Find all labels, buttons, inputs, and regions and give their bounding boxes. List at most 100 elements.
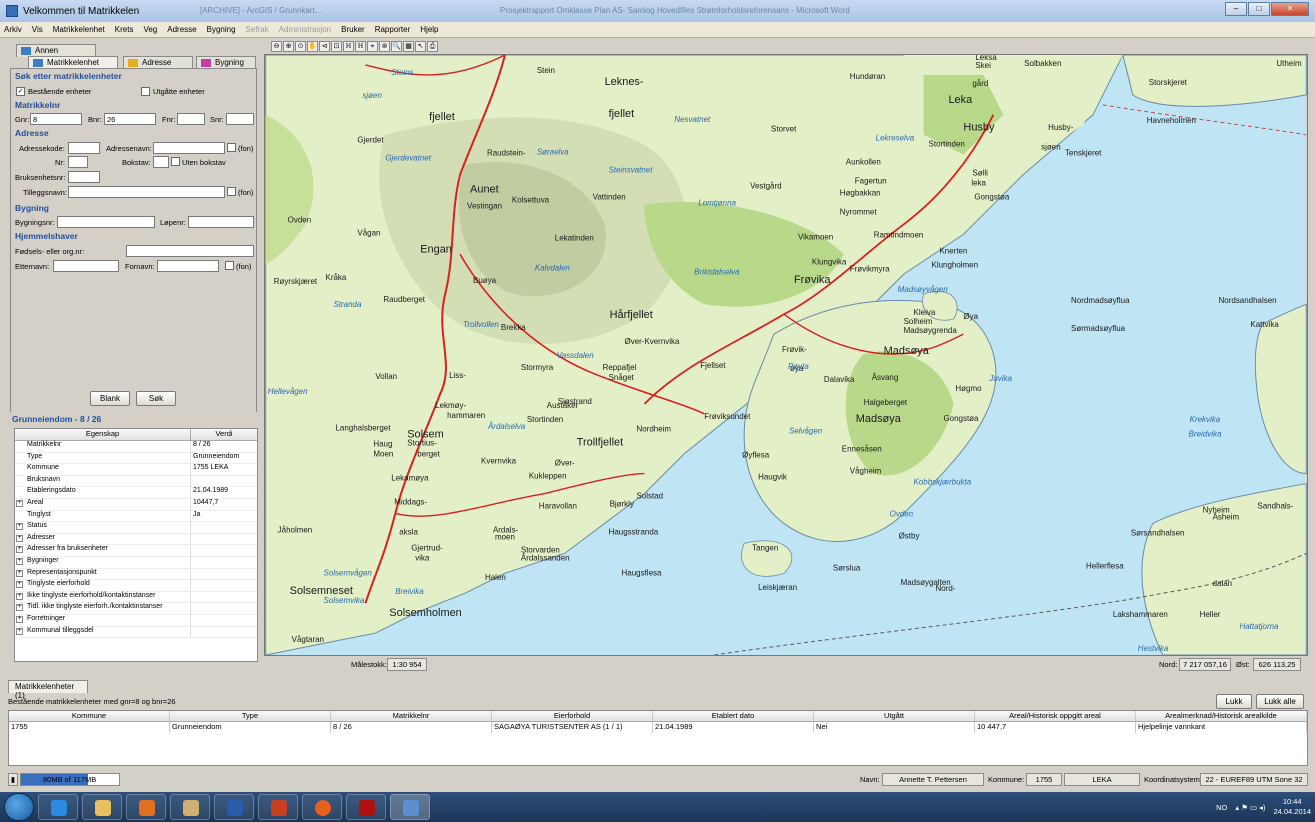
bruksenhetsnr-input[interactable]: [68, 171, 100, 183]
menu-adresse[interactable]: Adresse: [167, 25, 196, 34]
taskbar-firefox[interactable]: [302, 794, 342, 820]
map-tool-12-icon[interactable]: ↖: [415, 41, 426, 52]
column-header[interactable]: Utgått: [814, 711, 975, 721]
search-button[interactable]: Søk: [136, 391, 176, 406]
close-button[interactable]: ✕: [1271, 2, 1309, 16]
property-row[interactable]: + Representasjonspunkt: [15, 568, 257, 581]
property-row[interactable]: + Ikke tinglyste eierforhold/kontaktinsta…: [15, 591, 257, 604]
expand-icon[interactable]: +: [16, 604, 23, 612]
map-tool-5-icon[interactable]: ⊡: [331, 41, 342, 52]
adressenavn-input[interactable]: [153, 142, 225, 154]
menu-rapporter[interactable]: Rapporter: [375, 25, 411, 34]
map-canvas[interactable]: Stein Leknes-fjellet Hundøran Leka Husby Husb…: [264, 54, 1308, 656]
bnr-input[interactable]: 26: [104, 113, 156, 125]
language-indicator[interactable]: NO: [1216, 803, 1227, 812]
taskbar-matrikkel[interactable]: [390, 794, 430, 820]
tilleggsnavn-input[interactable]: [68, 186, 225, 198]
expand-icon[interactable]: +: [16, 523, 23, 531]
tab-matrikkelenheter[interactable]: Matrikkelenheter (1): [8, 680, 88, 700]
gnr-input[interactable]: 8: [30, 113, 82, 125]
property-row[interactable]: Type Grunneiendom: [15, 452, 257, 465]
property-row[interactable]: Matrikkelnr 8 / 26: [15, 441, 257, 453]
taskbar-acrobat[interactable]: [346, 794, 386, 820]
column-header[interactable]: Matrikkelnr: [331, 711, 492, 721]
menu-vis[interactable]: Vis: [32, 25, 43, 34]
property-row[interactable]: + Tinglyste eierforhold: [15, 580, 257, 592]
property-row[interactable]: + Adresser: [15, 533, 257, 546]
map-tool-3-icon[interactable]: ✋: [307, 41, 318, 52]
blank-button[interactable]: Blank: [90, 391, 130, 406]
bygningsnr-input[interactable]: [57, 216, 155, 228]
map-tool-4-icon[interactable]: ⊲: [319, 41, 330, 52]
menu-bygning[interactable]: Bygning: [207, 25, 236, 34]
column-header[interactable]: Areal/Historisk oppgitt areal: [975, 711, 1136, 721]
property-row[interactable]: + Areal 10447,7: [15, 498, 257, 511]
tray-icons[interactable]: ▴ ⚑ ▭ ◂): [1235, 803, 1265, 812]
menu-veg[interactable]: Veg: [143, 25, 157, 34]
taskbar-ie[interactable]: [38, 794, 78, 820]
column-header[interactable]: Type: [170, 711, 331, 721]
uten-bokstav-checkbox[interactable]: [171, 157, 180, 166]
column-header[interactable]: Eierforhold: [492, 711, 653, 721]
map-tool-8-icon[interactable]: ⌖: [367, 41, 378, 52]
taskbar-media[interactable]: [126, 794, 166, 820]
menu-krets[interactable]: Krets: [115, 25, 134, 34]
expand-icon[interactable]: +: [16, 627, 23, 635]
adressenavn-fon-checkbox[interactable]: [227, 143, 236, 152]
expand-icon[interactable]: +: [16, 546, 23, 554]
map-tool-6-icon[interactable]: ℍ: [343, 41, 354, 52]
menu-matrikkelenhet[interactable]: Matrikkelenhet: [53, 25, 105, 34]
taskbar-word[interactable]: [214, 794, 254, 820]
etternavn-input[interactable]: [53, 260, 119, 272]
taskbar-files[interactable]: [170, 794, 210, 820]
property-row[interactable]: Kommune 1755 LEKA: [15, 464, 257, 476]
existing-checkbox[interactable]: ✓: [16, 87, 25, 96]
menu-bruker[interactable]: Bruker: [341, 25, 365, 34]
property-row[interactable]: Etableringsdato 21.04.1989: [15, 487, 257, 499]
map-tool-2-icon[interactable]: ⊙: [295, 41, 306, 52]
lopenr-input[interactable]: [188, 216, 254, 228]
property-row[interactable]: + Status: [15, 522, 257, 534]
map-tool-0-icon[interactable]: ⊖: [271, 41, 282, 52]
map-tool-13-icon[interactable]: ⎙: [427, 41, 438, 52]
nr-input[interactable]: [68, 156, 88, 168]
column-header[interactable]: Arealmerknad/Historisk arealkilde: [1136, 711, 1307, 721]
map-tool-7-icon[interactable]: ℍ: [355, 41, 366, 52]
expand-icon[interactable]: +: [16, 615, 23, 623]
fnr-input[interactable]: [177, 113, 205, 125]
property-row[interactable]: + Tidl. ikke tinglyste eierforh./kontakti…: [15, 603, 257, 615]
table-row[interactable]: 1755 Grunneiendom 8 / 26 SAGAØYA TURISTSENT…: [9, 722, 1307, 733]
clock[interactable]: 10:44 24.04.2014: [1273, 797, 1311, 817]
maximize-button[interactable]: □: [1248, 2, 1270, 16]
expand-icon[interactable]: +: [16, 581, 23, 589]
bokstav-input[interactable]: [153, 156, 169, 168]
snr-input[interactable]: [226, 113, 254, 125]
lukk-button[interactable]: Lukk: [1216, 694, 1252, 709]
property-row[interactable]: + Bygninger: [15, 556, 257, 569]
property-row[interactable]: + Kommunal tilleggsdel: [15, 626, 257, 639]
map-tool-1-icon[interactable]: ⊕: [283, 41, 294, 52]
map-tool-11-icon[interactable]: ▦: [403, 41, 414, 52]
property-row[interactable]: Tinglyst Ja: [15, 510, 257, 523]
fornavn-fon-checkbox[interactable]: [225, 261, 234, 270]
menu-arkiv[interactable]: Arkiv: [4, 25, 22, 34]
taskbar-powerpoint[interactable]: [258, 794, 298, 820]
property-row[interactable]: + Adresser fra bruksenheter: [15, 545, 257, 557]
expand-icon[interactable]: +: [16, 569, 23, 577]
column-header[interactable]: Kommune: [9, 711, 170, 721]
map-tool-10-icon[interactable]: 🔍: [391, 41, 402, 52]
menu-hjelp[interactable]: Hjelp: [420, 25, 438, 34]
tilleggsnavn-fon-checkbox[interactable]: [227, 187, 236, 196]
expired-checkbox[interactable]: [141, 87, 150, 96]
expand-icon[interactable]: +: [16, 534, 23, 542]
minimize-button[interactable]: –: [1225, 2, 1247, 16]
fornavn-input[interactable]: [157, 260, 219, 272]
column-header[interactable]: Etablert dato: [653, 711, 814, 721]
expand-icon[interactable]: +: [16, 557, 23, 565]
adressekode-input[interactable]: [68, 142, 100, 154]
expand-icon[interactable]: +: [16, 592, 23, 600]
lukk-alle-button[interactable]: Lukk alle: [1256, 694, 1304, 709]
start-button[interactable]: [4, 793, 34, 821]
fodselsnr-input[interactable]: [126, 245, 254, 257]
property-row[interactable]: + Forretninger: [15, 614, 257, 627]
